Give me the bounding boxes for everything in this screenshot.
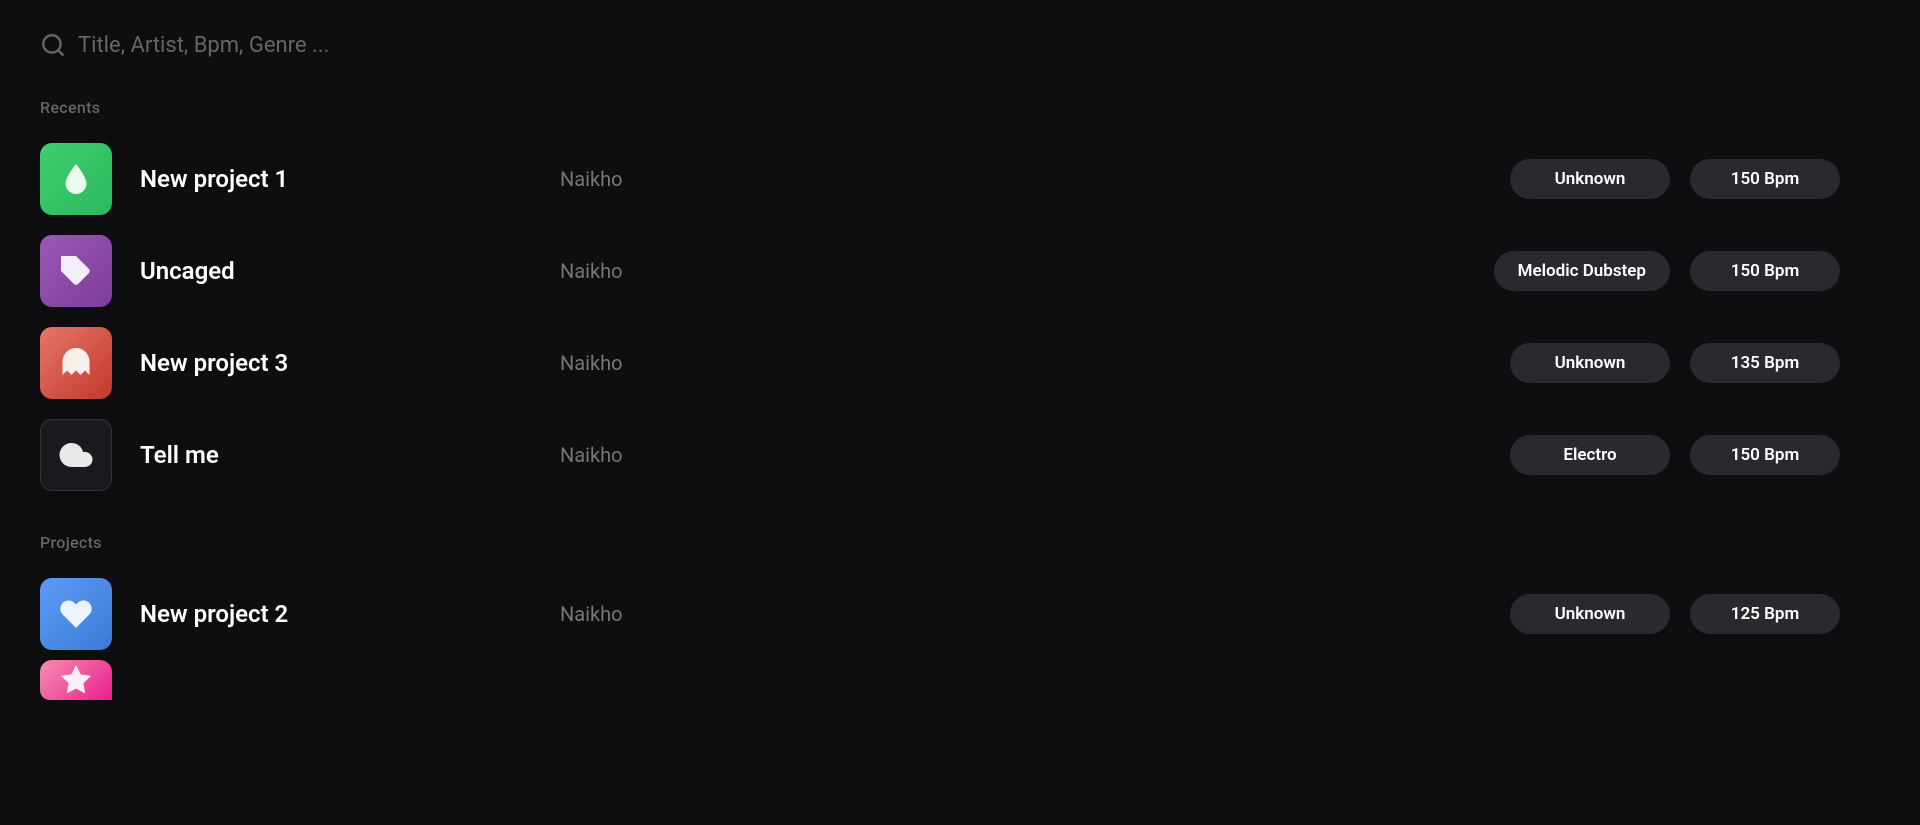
track-thumbnail-new-project-3 — [40, 327, 112, 399]
app-container: RecentsNew project 1NaikhoUnknown150 Bpm… — [0, 0, 1920, 756]
track-bpm-new-project-2: 125 Bpm — [1690, 594, 1840, 634]
track-title-tell-me: Tell me — [140, 441, 560, 469]
section-projects: Projects New project 2Naikho Unknown 125 Bp… — [40, 533, 1880, 700]
track-item-partial[interactable] — [40, 660, 1880, 700]
track-genre-new-project-2: Unknown — [1510, 594, 1670, 634]
track-thumbnail-new-project-2 — [40, 578, 112, 650]
sections-container: RecentsNew project 1NaikhoUnknown150 Bpm… — [40, 98, 1880, 700]
track-genre-tell-me: Electro — [1510, 435, 1670, 475]
track-genre-new-project-1: Unknown — [1510, 159, 1670, 199]
track-bpm-uncaged: 150 Bpm — [1690, 251, 1840, 291]
track-item-tell-me[interactable]: Tell meNaikho Electro 150 Bpm — [40, 409, 1880, 501]
section-label-projects: Projects — [40, 533, 1880, 552]
track-item-new-project-2[interactable]: New project 2Naikho Unknown 125 Bpm — [40, 568, 1880, 660]
track-item-new-project-3[interactable]: New project 3Naikho Unknown 135 Bpm — [40, 317, 1880, 409]
track-artist-new-project-2: Naikho — [560, 602, 860, 626]
track-thumbnail-uncaged — [40, 235, 112, 307]
section-label-recents: Recents — [40, 98, 1880, 117]
track-artist-new-project-1: Naikho — [560, 167, 860, 191]
track-genre-uncaged: Melodic Dubstep — [1494, 251, 1670, 291]
track-list-projects: New project 2Naikho Unknown 125 Bpm — [40, 568, 1880, 700]
track-item-new-project-1[interactable]: New project 1Naikho Unknown 150 Bpm — [40, 133, 1880, 225]
search-icon — [40, 32, 66, 58]
track-artist-uncaged: Naikho — [560, 259, 860, 283]
track-thumbnail-partial — [40, 660, 112, 700]
track-genre-new-project-3: Unknown — [1510, 343, 1670, 383]
track-thumbnail-tell-me — [40, 419, 112, 491]
track-item-uncaged[interactable]: UncagedNaikho Melodic Dubstep 150 Bpm — [40, 225, 1880, 317]
track-artist-tell-me: Naikho — [560, 443, 860, 467]
search-input[interactable] — [78, 33, 578, 58]
track-bpm-new-project-1: 150 Bpm — [1690, 159, 1840, 199]
search-bar — [40, 24, 1880, 66]
track-title-new-project-3: New project 3 — [140, 349, 560, 377]
track-artist-new-project-3: Naikho — [560, 351, 860, 375]
track-title-uncaged: Uncaged — [140, 257, 560, 285]
track-list-recents: New project 1NaikhoUnknown150 BpmUncaged… — [40, 133, 1880, 501]
track-title-new-project-1: New project 1 — [140, 165, 560, 193]
track-title-new-project-2: New project 2 — [140, 600, 560, 628]
track-bpm-new-project-3: 135 Bpm — [1690, 343, 1840, 383]
section-recents: RecentsNew project 1NaikhoUnknown150 Bpm… — [40, 98, 1880, 501]
track-thumbnail-new-project-1 — [40, 143, 112, 215]
track-bpm-tell-me: 150 Bpm — [1690, 435, 1840, 475]
